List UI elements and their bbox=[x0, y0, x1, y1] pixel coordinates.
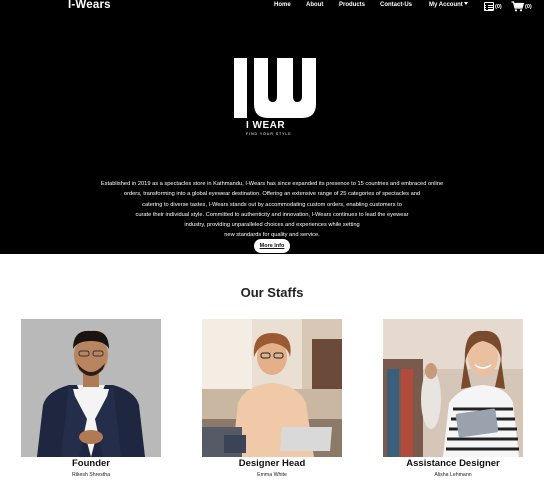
about-line: Established in 2019 as a spectacles stor… bbox=[100, 181, 444, 187]
designer-head-photo bbox=[202, 319, 342, 457]
iwear-logo: I WEAR FIND YOUR STYLE bbox=[232, 56, 320, 138]
about-line: curate their individual style. Committed… bbox=[135, 211, 409, 218]
nav-products-link[interactable]: Products bbox=[339, 2, 365, 8]
nav-account-label: My Account bbox=[429, 2, 463, 8]
staff-name: Alisha Lehmann bbox=[434, 472, 472, 478]
brand-logo-text[interactable]: I-Wears bbox=[68, 0, 111, 11]
logo-letter-w-mark bbox=[254, 58, 316, 118]
staff-name: Emma White bbox=[257, 472, 287, 478]
staff-card: Founder Rikesh Shrestha bbox=[21, 319, 161, 484]
wishlist-count: (0) bbox=[495, 4, 502, 10]
hero-section: I-Wears Home About Products Contact-Us M… bbox=[0, 0, 544, 254]
cart-icon[interactable] bbox=[511, 1, 524, 12]
logo-wordmark: I WEAR bbox=[246, 120, 286, 131]
staff-role: Founder bbox=[72, 458, 110, 469]
staff-role: Assistance Designer bbox=[406, 458, 500, 469]
staffs-section-title: Our Staffs bbox=[240, 285, 304, 300]
about-line: catering to diverse tastes, I-Wears stan… bbox=[142, 201, 402, 208]
staff-name: Rikesh Shrestha bbox=[71, 472, 111, 478]
nav-contact-link[interactable]: Contact-Us bbox=[380, 2, 412, 8]
logo-letter-i-mark bbox=[234, 58, 247, 118]
nav-about-link[interactable]: About bbox=[306, 2, 323, 8]
staff-card: Assistance Designer Alisha Lehmann bbox=[383, 319, 523, 484]
founder-photo bbox=[21, 319, 161, 457]
navbar: I-Wears Home About Products Contact-Us M… bbox=[0, 0, 544, 14]
more-info-button[interactable]: More Info bbox=[254, 239, 290, 253]
logo-tagline: FIND YOUR STYLE bbox=[246, 132, 292, 136]
staff-role: Designer Head bbox=[238, 458, 306, 469]
wishlist-icon[interactable] bbox=[484, 2, 494, 11]
staff-card: Designer Head Emma White bbox=[202, 319, 342, 484]
about-paragraph: Established in 2019 as a spectacles stor… bbox=[60, 179, 484, 241]
nav-account-dropdown[interactable]: My Account bbox=[429, 2, 468, 8]
about-line: orders, transforming into a global eyewe… bbox=[123, 191, 421, 198]
cart-count: (0) bbox=[525, 4, 532, 10]
chevron-down-icon bbox=[463, 2, 468, 5]
assistance-designer-photo bbox=[383, 319, 523, 457]
nav-home-link[interactable]: Home bbox=[274, 2, 291, 8]
about-line: industry, providing unparalleled choices… bbox=[184, 222, 360, 229]
